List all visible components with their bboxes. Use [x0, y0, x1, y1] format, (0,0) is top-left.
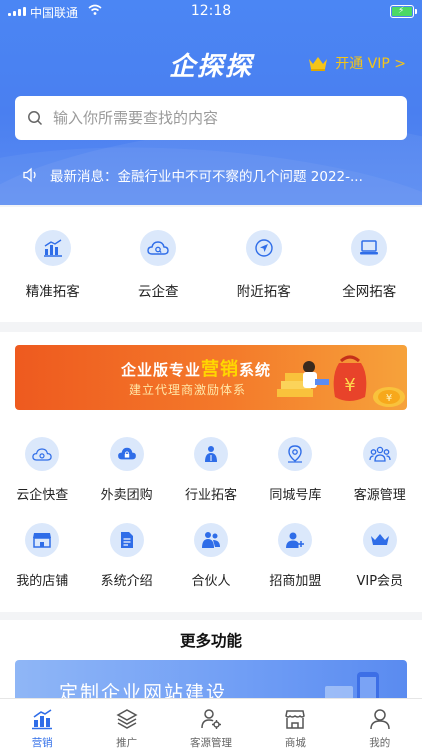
monitor-icon — [360, 240, 379, 255]
feature-my-store[interactable]: 我的店铺 — [0, 523, 84, 589]
banner-title: 企业版专业营销系统 — [121, 359, 272, 380]
partners-icon — [201, 532, 220, 548]
feature-industry-prospect[interactable]: 行业拓客 — [169, 437, 253, 503]
tab-label: 推广 — [116, 737, 138, 749]
search-input[interactable] — [53, 109, 383, 127]
crown-icon — [370, 534, 389, 545]
header-area: 中国联通 12:18 ⚡ 企探探 开通 VIP > 输入你所需要查找的内容 最新… — [0, 0, 422, 205]
news-ticker[interactable]: 最新消息：金融行业中不可不察的几个问题 2022-... — [22, 165, 363, 185]
tile-label: 附近拓客 — [236, 284, 291, 300]
add-user-icon — [286, 532, 305, 548]
tab-mine[interactable]: 我的 — [338, 699, 422, 750]
feature-label: 系统介绍 — [100, 574, 153, 589]
person-icon — [370, 709, 390, 730]
search-icon — [28, 111, 43, 126]
tile-nearby-prospect[interactable]: 附近拓客 — [211, 230, 317, 300]
features-card: 企业版专业营销系统 建立代理商激励体系 ¥ ¥ 云企快查 外卖团购 行业拓客 同… — [0, 332, 422, 612]
tab-label: 营销 — [31, 737, 53, 749]
people-icon — [204, 446, 217, 462]
feature-takeout-group-buy[interactable]: 外卖团购 — [84, 437, 168, 503]
status-bar: 中国联通 12:18 ⚡ — [0, 0, 422, 24]
app-page: 中国联通 12:18 ⚡ 企探探 开通 VIP > 输入你所需要查找的内容 最新… — [0, 0, 422, 750]
feature-label: 招商加盟 — [269, 574, 322, 589]
vip-open-button[interactable]: 开通 VIP > — [307, 53, 406, 73]
feature-label: 我的店铺 — [16, 574, 69, 589]
chart-icon — [32, 709, 53, 730]
tab-mall[interactable]: 商城 — [253, 699, 337, 750]
tab-customer-management[interactable]: 客源管理 — [169, 699, 253, 750]
bottom-tab-bar: 营销 推广 客源管理 商城 我的 — [0, 698, 422, 750]
tile-label: 精准拓客 — [25, 284, 80, 300]
news-text: 最新消息：金融行业中不可不察的几个问题 2022-... — [50, 169, 363, 185]
speaker-icon — [23, 167, 36, 183]
shop-icon — [285, 710, 306, 729]
feature-franchise[interactable]: 招商加盟 — [253, 523, 337, 589]
feature-label: VIP会员 — [356, 574, 404, 589]
map-pin-icon — [288, 445, 303, 463]
feature-label: 客源管理 — [353, 488, 406, 503]
banner-illustration: ¥ ¥ — [277, 355, 405, 407]
feature-label: 外卖团购 — [100, 488, 153, 503]
tile-label: 全网拓客 — [342, 284, 397, 300]
user-gear-icon — [201, 709, 221, 729]
banner-subtitle: 建立代理商激励体系 — [129, 383, 247, 397]
tab-promotion[interactable]: 推广 — [84, 699, 168, 750]
feature-customer-management[interactable]: 客源管理 — [338, 437, 422, 503]
tab-label: 客源管理 — [189, 737, 232, 749]
vip-label: 开通 VIP > — [335, 56, 406, 72]
feature-label: 合伙人 — [191, 574, 231, 589]
store-icon — [33, 533, 52, 548]
feature-system-intro[interactable]: 系统介绍 — [84, 523, 168, 589]
layers-icon — [116, 709, 138, 729]
feature-label: 同城号库 — [269, 488, 322, 503]
tile-label: 云企查 — [138, 284, 179, 300]
quick-tiles-card: 精准拓客 云企查 附近拓客 全网拓客 — [0, 207, 422, 322]
tile-precise-prospect[interactable]: 精准拓客 — [0, 230, 106, 300]
tile-web-prospect[interactable]: 全网拓客 — [317, 230, 422, 300]
tab-label: 商城 — [284, 737, 306, 749]
feature-local-number-bank[interactable]: 同城号库 — [253, 437, 337, 503]
tab-marketing[interactable]: 营销 — [0, 699, 84, 750]
cloud-lock-icon — [117, 447, 136, 460]
more-features-title: 更多功能 — [179, 632, 242, 650]
search-bar[interactable] — [15, 96, 407, 140]
cloud-search-icon — [147, 241, 169, 255]
feature-vip-member[interactable]: VIP会员 — [338, 523, 422, 589]
bar-chart-icon — [43, 239, 62, 257]
tab-label: 我的 — [369, 737, 391, 749]
battery-icon: ⚡ — [390, 5, 417, 18]
location-arrow-icon — [255, 239, 273, 257]
svg-text:¥: ¥ — [386, 393, 392, 404]
group-icon — [369, 446, 391, 462]
marketing-banner[interactable]: 企业版专业营销系统 建立代理商激励体系 ¥ ¥ — [15, 345, 407, 410]
status-time: 12:18 — [190, 3, 232, 19]
crown-icon — [309, 57, 328, 71]
feature-cloud-quick-query[interactable]: 云企快查 — [0, 437, 84, 503]
cloud-search-icon — [32, 447, 52, 461]
feature-label: 行业拓客 — [184, 488, 237, 503]
feature-label: 云企快查 — [16, 488, 69, 503]
svg-text:¥: ¥ — [344, 375, 355, 396]
tile-cloud-query[interactable]: 云企查 — [106, 230, 212, 300]
document-icon — [120, 532, 133, 548]
feature-partner[interactable]: 合伙人 — [169, 523, 253, 589]
